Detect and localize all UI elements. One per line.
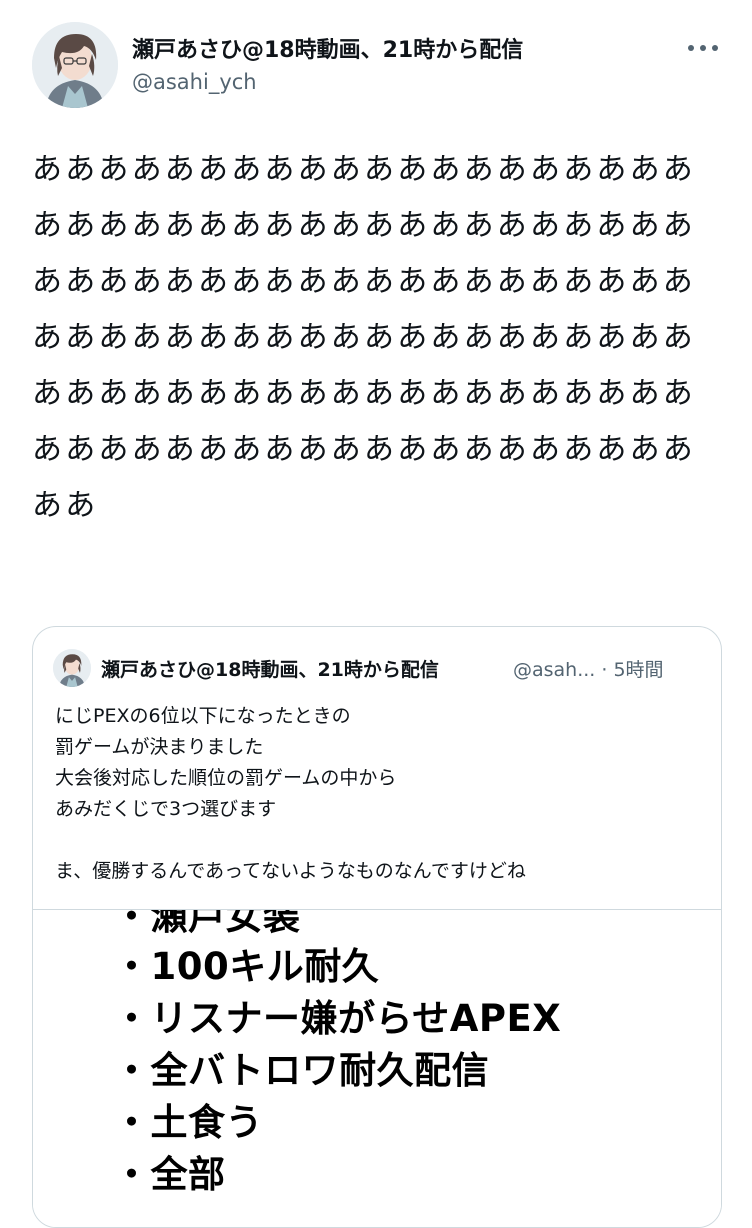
- quote-text-line: [55, 825, 705, 856]
- avatar-image: [32, 22, 118, 108]
- quote-avatar-image: [53, 649, 91, 687]
- user-handle[interactable]: @asahi_ych: [132, 70, 257, 94]
- quote-text: にじPEXの6位以下になったときの 罰ゲームが決まりました 大会後対応した順位の…: [55, 701, 705, 887]
- quote-image[interactable]: ・瀬戸女装 ・100キル耐久 ・リスナー嫌がらせAPEX ・全バトロワ耐久配信 …: [33, 909, 721, 1227]
- display-name[interactable]: 瀬戸あさひ@18時動画、21時から配信: [132, 32, 523, 64]
- image-list-item: ・リスナー嫌がらせAPEX: [113, 997, 562, 1040]
- quote-text-line: ま、優勝するんであってないようなものなんですけどね: [55, 860, 526, 882]
- image-list-item: ・全バトロワ耐久配信: [113, 1049, 490, 1092]
- quote-avatar: [53, 649, 91, 687]
- quoted-tweet-card[interactable]: 瀬戸あさひ@18時動画、21時から配信 @asah... · 5時間 にじPEX…: [32, 626, 722, 1228]
- quote-text-line: あみだくじで3つ選びます: [55, 798, 277, 820]
- more-horizontal-icon[interactable]: [686, 38, 720, 58]
- image-list-item: ・100キル耐久: [113, 945, 380, 988]
- tweet-header: 瀬戸あさひ@18時動画、21時から配信 @asahi_ych: [32, 20, 722, 110]
- quote-display-name: 瀬戸あさひ@18時動画、21時から配信: [101, 659, 439, 681]
- quote-text-line: 罰ゲームが決まりました: [55, 736, 264, 758]
- image-list-item: ・土食う: [113, 1101, 263, 1144]
- quote-text-line: 大会後対応した順位の罰ゲームの中から: [55, 767, 397, 789]
- avatar[interactable]: [32, 22, 118, 108]
- quote-text-line: にじPEXの6位以下になったときの: [55, 705, 351, 727]
- tweet-text: ああああああああああああああああああああああああああああああああああああああああ…: [32, 152, 696, 523]
- quote-header: 瀬戸あさひ@18時動画、21時から配信 @asah... · 5時間: [53, 649, 703, 689]
- image-list-item: ・全部: [113, 1153, 226, 1196]
- quote-handle-time: @asah... · 5時間: [513, 659, 664, 681]
